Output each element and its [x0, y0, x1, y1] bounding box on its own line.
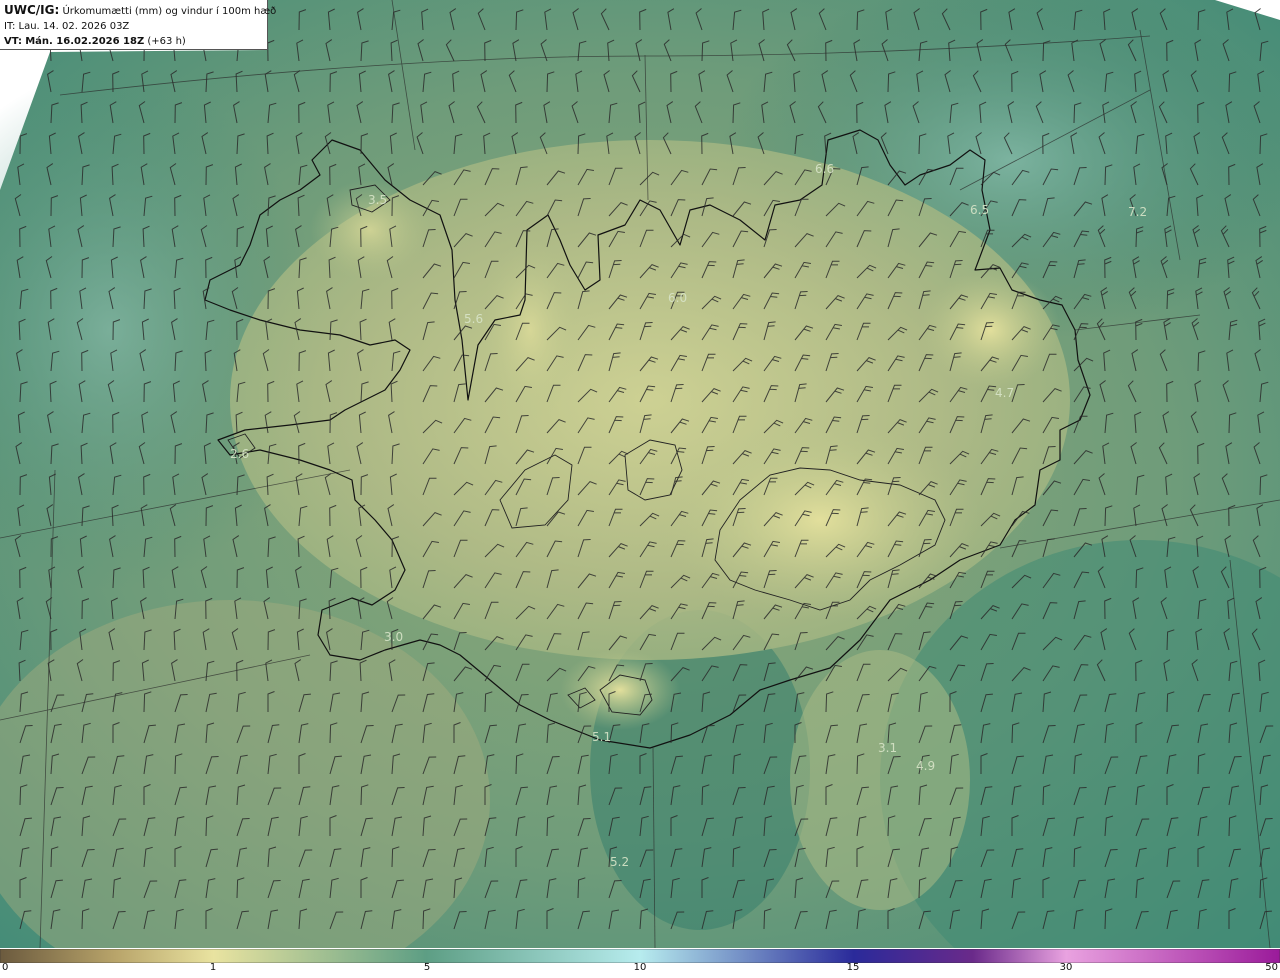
se-plume-light: [790, 650, 970, 910]
label-westfjords: 3.5: [368, 193, 387, 207]
label-southeast-sea: 3.1: [878, 741, 897, 755]
map-title: Úrkomumætti (mm) og vindur í 100m hæð: [62, 6, 277, 17]
label-north-central: 6.0: [668, 291, 687, 305]
label-snaefellsnes: 2.6: [230, 447, 249, 461]
label-langanes: 6.5: [970, 203, 989, 217]
vatnajokull-tone: [660, 420, 980, 620]
label-ne-sea: 7.2: [1128, 205, 1147, 219]
model-name: UWC/IG:: [4, 3, 60, 17]
init-time-value: Lau. 14. 02. 2026 03Z: [18, 21, 130, 32]
label-southeast-sea-2: 4.9: [916, 759, 935, 773]
label-east: 4.7: [995, 386, 1014, 400]
label-south-coast: 5.1: [592, 730, 611, 744]
label-northeast-coast: 6.6: [815, 162, 834, 176]
lead-time: (+63 h): [147, 36, 186, 47]
label-northwest: 5.6: [464, 312, 483, 326]
map-header: UWC/IG: Úrkomumætti (mm) og vindur í 100…: [0, 0, 276, 50]
myrdalsjokull-tone: [560, 650, 680, 730]
map-svg: 3.5 5.6 6.0 6.6 6.5 7.2 4.7 2.6 3.0 5.1 …: [0, 0, 1280, 948]
colorbar-tick-0: 0: [2, 962, 9, 973]
colorbar-tick-15: 15: [846, 962, 860, 973]
label-reykjanes: 3.0: [384, 630, 403, 644]
title-row: UWC/IG: Úrkomumætti (mm) og vindur í 100…: [4, 3, 276, 19]
valid-time-label: VT:: [4, 36, 23, 47]
east-highland-tone: [920, 270, 1060, 390]
colorbar-tick-5: 5: [423, 962, 431, 973]
init-time-label: IT:: [4, 21, 16, 32]
colorbar: [0, 948, 1280, 964]
label-south-sea: 5.2: [610, 855, 629, 869]
colorbar-tick-50: 50: [1265, 962, 1278, 973]
valid-time-value: Mán. 16.02.2026 18Z: [25, 36, 145, 47]
colorbar-tick-1: 1: [209, 962, 217, 973]
valid-time-row: VT: Mán. 16.02.2026 18Z (+63 h): [4, 34, 263, 49]
precipitation-map: 3.5 5.6 6.0 6.6 6.5 7.2 4.7 2.6 3.0 5.1 …: [0, 0, 1280, 948]
colorbar-svg: [0, 948, 1280, 964]
colorbar-tick-30: 30: [1059, 962, 1073, 973]
init-time-row: IT: Lau. 14. 02. 2026 03Z: [4, 19, 263, 34]
colorbar-gradient: [0, 948, 1280, 964]
colorbar-tick-10: 10: [633, 962, 647, 973]
colorbar-ticks: 0 1 5 10 15 30 50: [0, 962, 1280, 978]
